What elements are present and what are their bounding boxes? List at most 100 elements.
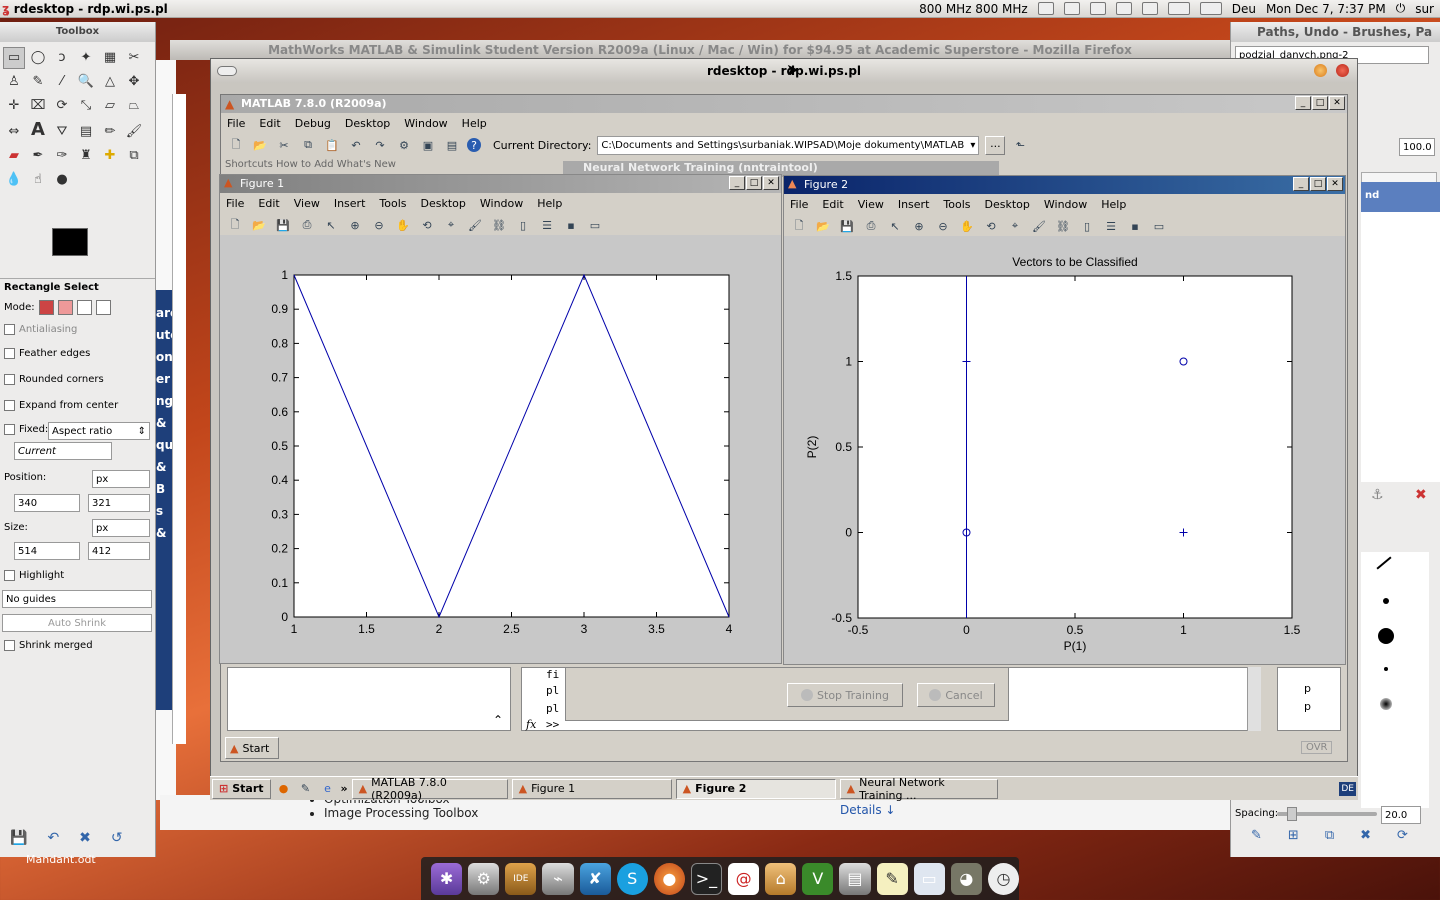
cmd-scrollbar[interactable] bbox=[1247, 667, 1261, 731]
position-y-input[interactable]: 321 bbox=[88, 494, 150, 512]
selected-item[interactable]: nd bbox=[1361, 182, 1440, 212]
menu-help[interactable]: Help bbox=[462, 117, 487, 130]
perspective-clone-icon[interactable]: ⧉ bbox=[123, 145, 145, 167]
antialiasing-checkbox[interactable] bbox=[4, 324, 15, 335]
new-brush-icon[interactable]: ⊞ bbox=[1288, 828, 1299, 843]
spacing-slider[interactable] bbox=[1277, 807, 1377, 821]
more-quicklaunch[interactable]: » bbox=[341, 782, 348, 795]
shrink-merged-checkbox[interactable] bbox=[4, 640, 15, 651]
size-w-input[interactable]: 514 bbox=[14, 542, 80, 560]
system-settings-icon[interactable]: ✱ bbox=[431, 862, 463, 895]
menu-window[interactable]: Window bbox=[1044, 198, 1087, 211]
menu-insert[interactable]: Insert bbox=[898, 198, 930, 211]
volume-icon[interactable] bbox=[1063, 2, 1080, 15]
feather-option[interactable]: Feather edges bbox=[4, 348, 90, 359]
minimize-icon[interactable] bbox=[1314, 64, 1327, 77]
mode-replace-icon[interactable] bbox=[38, 300, 54, 315]
spacing-input[interactable]: 20.0 bbox=[1381, 806, 1421, 824]
duplicate-brush-icon[interactable]: ⧉ bbox=[1325, 828, 1334, 843]
xmind-icon[interactable]: ✘ bbox=[579, 862, 611, 895]
data-cursor-icon[interactable]: ⌖ bbox=[442, 216, 460, 234]
reset-options-icon[interactable]: ↺ bbox=[111, 830, 123, 846]
fuzzy-select-icon[interactable]: ✦ bbox=[75, 47, 97, 69]
menu-desktop[interactable]: Desktop bbox=[345, 117, 390, 130]
guide-icon[interactable]: ▣ bbox=[419, 136, 437, 154]
figure1-titlebar[interactable]: Figure 1 bbox=[220, 175, 781, 193]
cut-icon[interactable]: ✂ bbox=[275, 136, 293, 154]
firefox-quicklaunch-icon[interactable]: ● bbox=[275, 780, 293, 798]
cpu-frequency[interactable]: 800 MHz 800 MHz bbox=[919, 2, 1028, 16]
zoom-in-icon[interactable]: ⊕ bbox=[910, 217, 928, 235]
menu-edit[interactable]: Edit bbox=[259, 117, 280, 130]
menu-file[interactable]: File bbox=[790, 198, 808, 211]
paintbrush-icon[interactable]: 🖌 bbox=[123, 121, 145, 143]
move-icon[interactable]: ✥ bbox=[123, 71, 145, 93]
data-cursor-icon[interactable]: ⌖ bbox=[1006, 217, 1024, 235]
right-panel[interactable]: p p bbox=[1277, 667, 1341, 731]
menu-insert[interactable]: Insert bbox=[334, 197, 366, 210]
vim-icon[interactable]: V bbox=[802, 862, 834, 895]
maximize-icon[interactable]: □ bbox=[746, 176, 762, 190]
perspective-icon[interactable]: ⏢ bbox=[123, 95, 145, 117]
delete-icon[interactable]: ✖ bbox=[1415, 487, 1427, 503]
zoom-input[interactable]: 100.0 bbox=[1399, 138, 1435, 156]
clone-icon[interactable]: ♜ bbox=[75, 145, 97, 167]
align-icon[interactable]: ✛ bbox=[3, 95, 25, 117]
menu-debug[interactable]: Debug bbox=[295, 117, 331, 130]
figure1-plot[interactable]: 1 1.5 2 2.5 3 3.5 4 0 0.1 0.2 0.3 0.4 0.5 0.6 0.7 0.8 0.… bbox=[220, 235, 781, 663]
color-picker-icon[interactable]: ⁄ bbox=[51, 71, 73, 93]
menu-handle-icon[interactable] bbox=[217, 66, 237, 76]
smudge-icon[interactable]: ☝ bbox=[27, 169, 49, 191]
home-folder-icon[interactable]: ⌂ bbox=[765, 862, 797, 895]
undo-icon[interactable]: ↶ bbox=[347, 136, 365, 154]
minimize-icon[interactable]: _ bbox=[1293, 177, 1309, 191]
mail-icon[interactable] bbox=[1141, 2, 1158, 15]
rotate-icon[interactable]: ⟳ bbox=[51, 95, 73, 117]
matlab-titlebar[interactable]: MATLAB 7.8.0 (R2009a) bbox=[221, 95, 1347, 113]
menu-view[interactable]: View bbox=[294, 197, 320, 210]
link-icon[interactable]: ⛓ bbox=[1054, 217, 1072, 235]
ink-icon[interactable]: ✑ bbox=[51, 145, 73, 167]
print-icon[interactable]: ⎙ bbox=[862, 217, 880, 235]
highlight-option[interactable]: Highlight bbox=[4, 570, 64, 581]
anchor-icon[interactable]: ⚓ bbox=[1371, 487, 1384, 503]
menu-help[interactable]: Help bbox=[1101, 198, 1126, 211]
figure2-titlebar[interactable]: Figure 2 bbox=[784, 176, 1345, 194]
pan-icon[interactable]: ✋ bbox=[394, 216, 412, 234]
new-figure-icon[interactable]: 🗋 bbox=[790, 217, 808, 235]
maximize-icon[interactable]: □ bbox=[1310, 177, 1326, 191]
restore-options-icon[interactable]: ↶ bbox=[47, 830, 59, 846]
cancel-button[interactable]: Cancel bbox=[917, 683, 995, 707]
delete-options-icon[interactable]: ✖ bbox=[79, 830, 91, 846]
position-x-input[interactable]: 340 bbox=[14, 494, 80, 512]
fixed-select[interactable]: Aspect ratio ⇕ bbox=[48, 422, 150, 440]
open-icon[interactable]: 📂 bbox=[814, 217, 832, 235]
rotate-3d-icon[interactable]: ⟲ bbox=[418, 216, 436, 234]
workspace-panel[interactable] bbox=[227, 667, 511, 731]
menu-file[interactable]: File bbox=[226, 197, 244, 210]
scale-icon[interactable]: ⤡ bbox=[75, 95, 97, 117]
rect-select-icon[interactable]: ▭ bbox=[3, 47, 25, 69]
flip-icon[interactable]: ⇔ bbox=[3, 121, 25, 143]
battery-icon[interactable] bbox=[1037, 2, 1054, 15]
settings-gear-icon[interactable]: ⚙ bbox=[468, 862, 500, 895]
brushes-grid[interactable] bbox=[1361, 552, 1429, 808]
antialiasing-option[interactable]: Antialiasing bbox=[4, 324, 77, 335]
position-unit-select[interactable]: px bbox=[92, 470, 150, 488]
bucket-fill-icon[interactable]: ⛛ bbox=[51, 121, 73, 143]
taskbar-item[interactable]: ▲ MATLAB 7.8.0 (R2009a) bbox=[351, 776, 508, 802]
matlab-start-button[interactable]: ▲ Start bbox=[225, 737, 279, 759]
menu-tools[interactable]: Tools bbox=[943, 198, 970, 211]
rdesktop-titlebar[interactable]: rdesktop - rdp.wi.ps.pl bbox=[211, 59, 1357, 83]
scanner-icon[interactable]: ▤ bbox=[839, 862, 871, 895]
crop-icon[interactable]: ⌧ bbox=[27, 95, 49, 117]
up-folder-icon[interactable]: ⬑ bbox=[1011, 136, 1029, 154]
email-icon[interactable]: @ bbox=[728, 862, 760, 895]
shortcuts-bar[interactable]: Shortcuts How to Add What's New bbox=[225, 159, 396, 170]
rotate-3d-icon[interactable]: ⟲ bbox=[982, 217, 1000, 235]
usb-icon[interactable]: ⌁ bbox=[542, 862, 574, 895]
window-icon[interactable]: ▭ bbox=[913, 862, 945, 895]
menu-help[interactable]: Help bbox=[537, 197, 562, 210]
print-icon[interactable]: ⎙ bbox=[298, 216, 316, 234]
workspace-collapse-icon[interactable]: ⌃ bbox=[493, 713, 503, 727]
